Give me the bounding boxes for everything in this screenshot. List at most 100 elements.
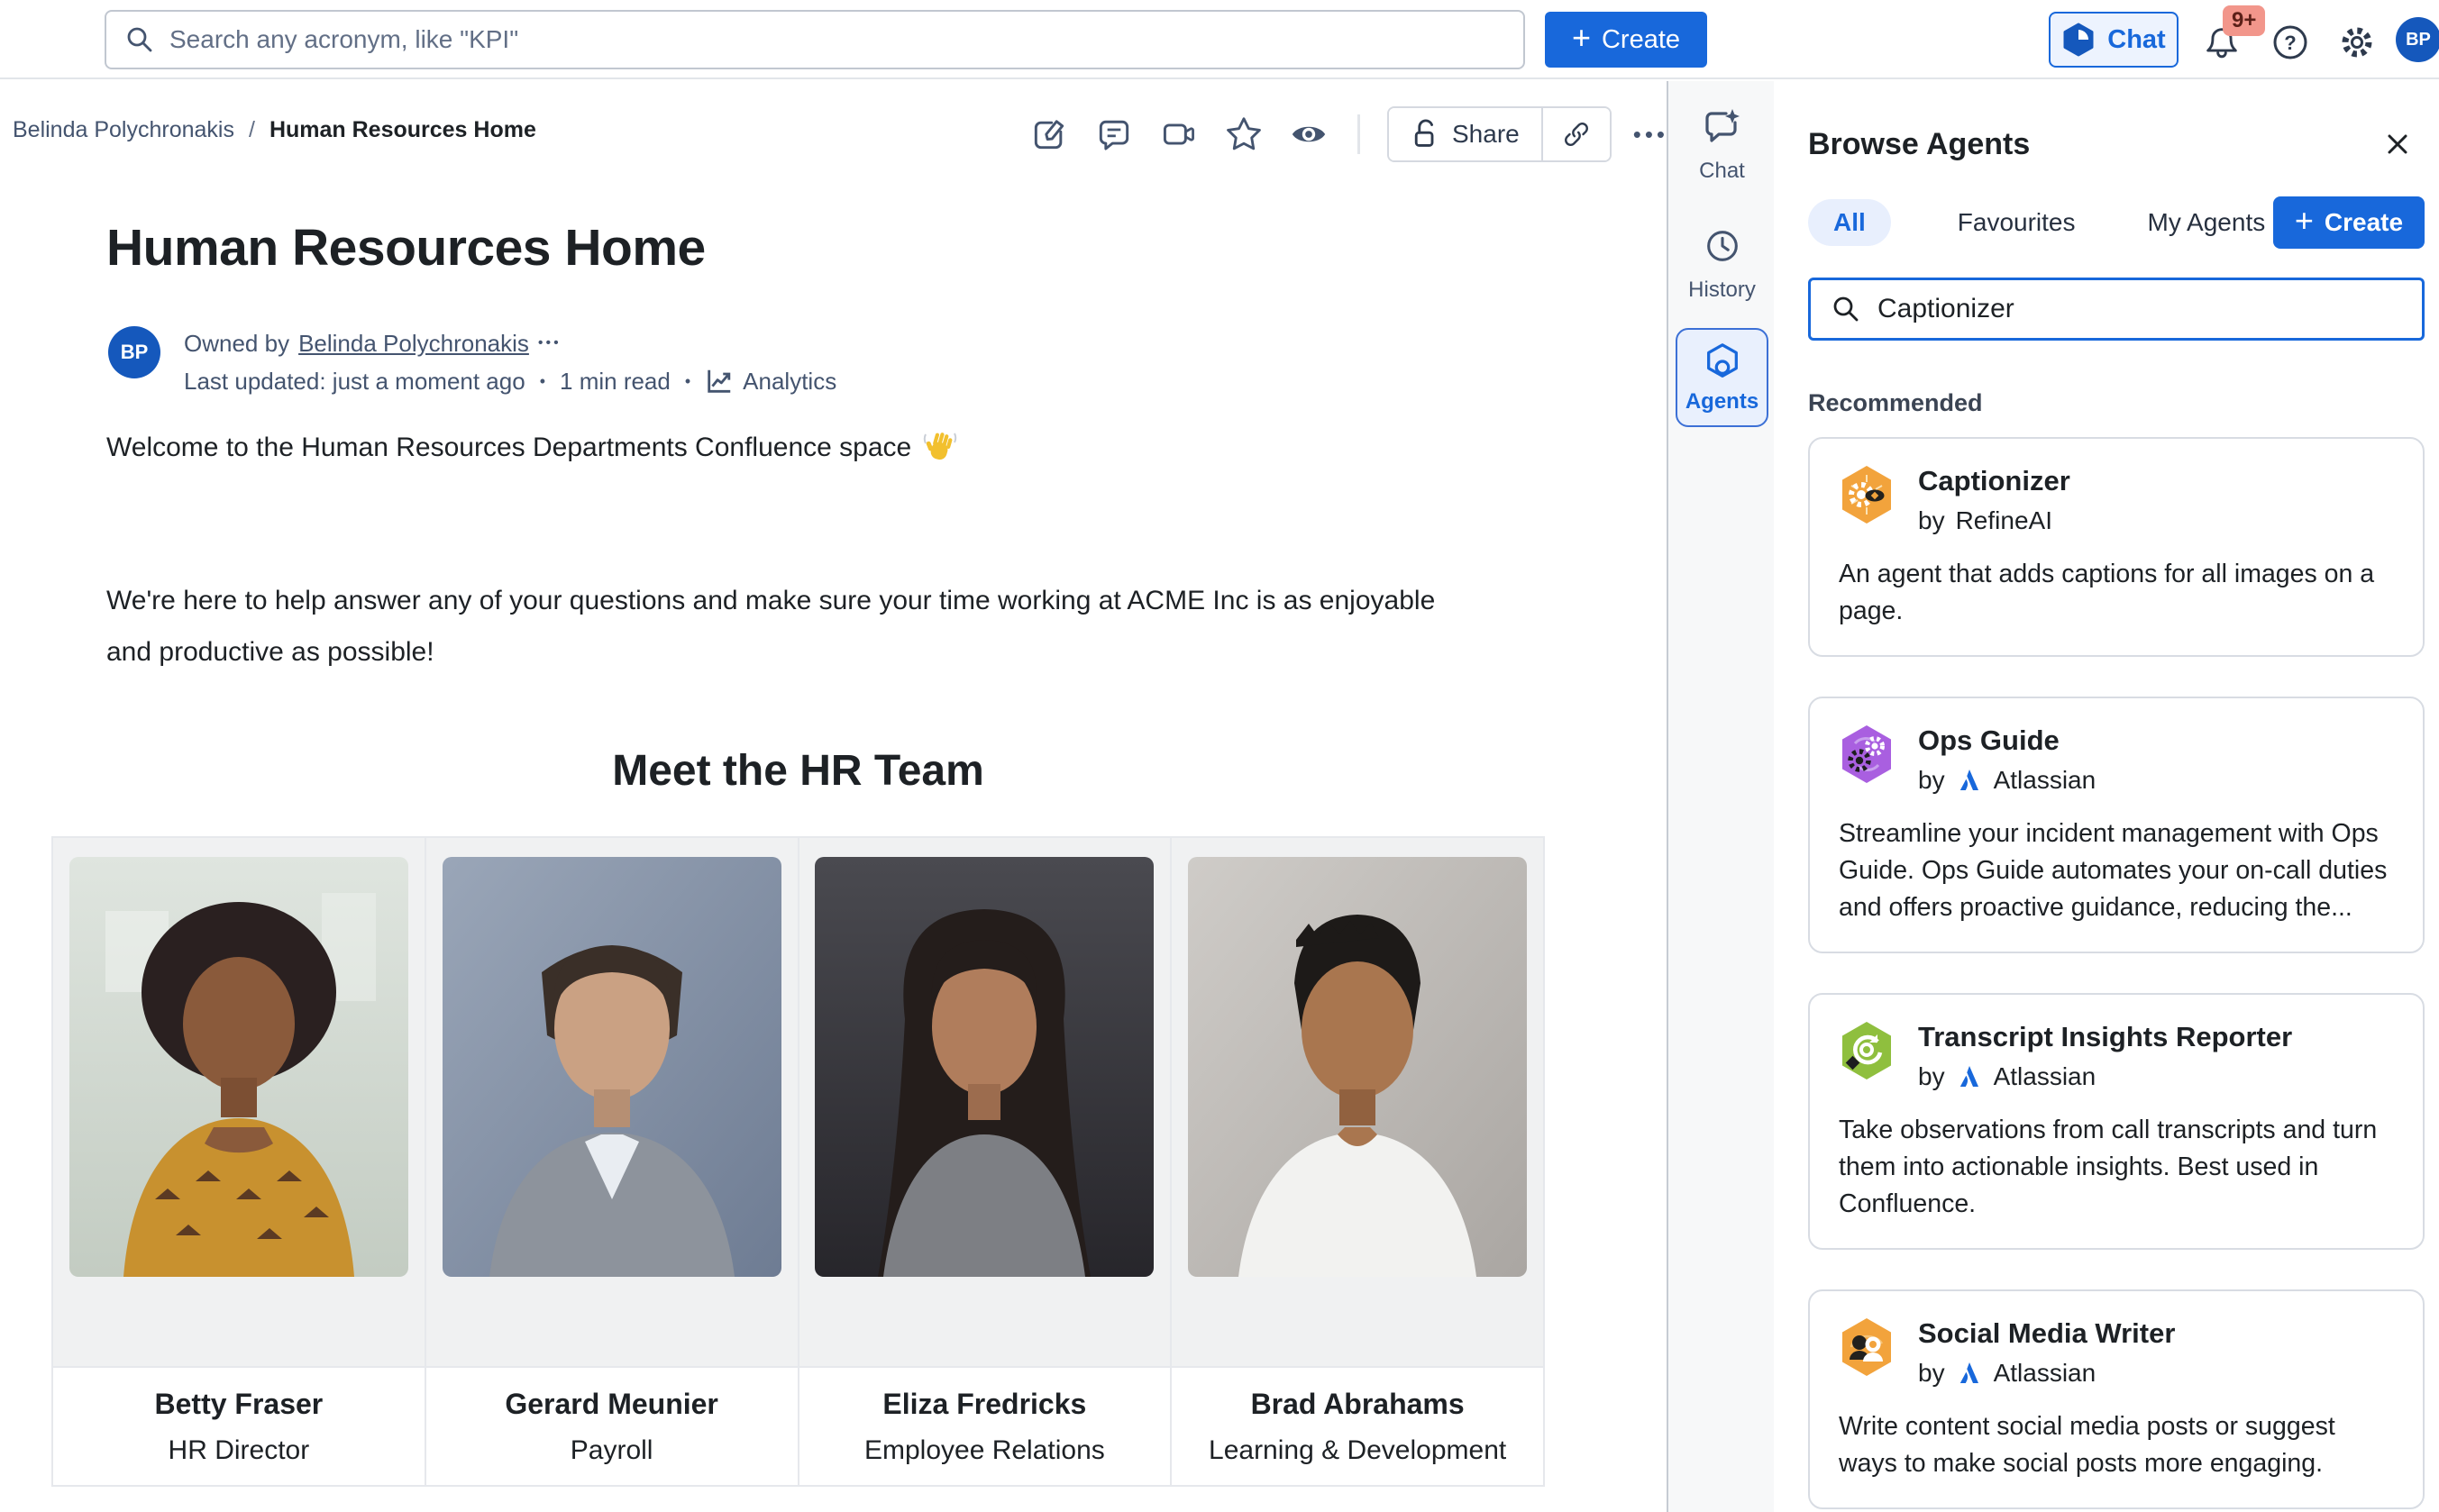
team-photo-brad	[1188, 857, 1527, 1277]
rail-item-label: Agents	[1685, 389, 1758, 414]
create-button[interactable]: + Create	[1545, 12, 1707, 68]
team-name-row: Betty Fraser HR Director Gerard Meunier …	[52, 1367, 1544, 1486]
rail-item-label: History	[1688, 278, 1756, 303]
team-member-cell: Eliza Fredricks Employee Relations	[799, 1367, 1172, 1486]
tab-all[interactable]: All	[1808, 199, 1891, 246]
page-byline: BP Owned by Belinda Polychronakis ••• La…	[108, 326, 836, 398]
notifications-button[interactable]: 9+	[2201, 22, 2243, 63]
rail-item-history[interactable]: History	[1668, 225, 1776, 303]
transcript-sync-icon	[1839, 1020, 1895, 1081]
settings-button[interactable]	[2336, 22, 2378, 63]
welcome-paragraph: Welcome to the Human Resources Departmen…	[106, 431, 958, 465]
team-photo-eliza	[815, 857, 1154, 1277]
by-label: by	[1918, 1062, 1945, 1091]
team-photo-cell	[799, 837, 1172, 1367]
agents-tabs: All Favourites My Agents + Create	[1808, 196, 2425, 249]
rail-item-label: Chat	[1699, 159, 1745, 184]
svg-text:?: ?	[2284, 32, 2296, 54]
rail-item-agents[interactable]: Agents	[1676, 328, 1768, 427]
team-member-role: HR Director	[53, 1435, 425, 1466]
rovo-chat-logo-icon	[2061, 23, 2096, 57]
share-button[interactable]: Share	[1389, 108, 1541, 160]
team-member-cell: Gerard Meunier Payroll	[425, 1367, 799, 1486]
analytics-chart-icon	[705, 367, 734, 396]
more-actions-button[interactable]: •••	[1633, 121, 1668, 149]
by-label: by	[1918, 766, 1945, 795]
agent-name: Social Media Writer	[1918, 1316, 2175, 1351]
global-search[interactable]	[105, 10, 1525, 69]
video-button[interactable]	[1157, 113, 1201, 156]
rail-item-chat[interactable]: Chat	[1668, 105, 1776, 184]
owner-link[interactable]: Belinda Polychronakis	[298, 330, 529, 358]
agent-publisher: Atlassian	[1994, 1359, 2096, 1388]
clock-icon	[1702, 225, 1743, 267]
tab-my-agents[interactable]: My Agents	[2148, 208, 2266, 237]
team-member-name: Brad Abrahams	[1172, 1388, 1543, 1421]
panel-title: Browse Agents	[1808, 127, 2030, 162]
chat-sparkle-icon	[1701, 105, 1744, 148]
close-panel-button[interactable]	[2378, 124, 2417, 164]
agent-card-social-media-writer[interactable]: Social Media Writer by Atlassian Write c…	[1808, 1289, 2425, 1509]
watch-button[interactable]	[1287, 113, 1330, 156]
breadcrumb-space-link[interactable]: Belinda Polychronakis	[13, 117, 234, 143]
question-circle-icon: ?	[2270, 23, 2310, 62]
owner-more-button[interactable]: •••	[538, 335, 562, 351]
search-input[interactable]	[169, 25, 1505, 54]
share-button-label: Share	[1452, 120, 1520, 149]
agent-name: Captionizer	[1918, 464, 2070, 498]
captionizer-gear-eye-icon	[1839, 464, 1895, 525]
owner-avatar[interactable]: BP	[108, 326, 160, 378]
agent-card-transcript-insights[interactable]: Transcript Insights Reporter by Atlassia…	[1808, 993, 2425, 1250]
team-member-role: Payroll	[426, 1435, 798, 1466]
agent-publisher: RefineAI	[1956, 506, 2052, 535]
breadcrumb: Belinda Polychronakis / Human Resources …	[13, 117, 536, 143]
copy-link-button[interactable]	[1541, 108, 1610, 160]
help-button[interactable]: ?	[2270, 22, 2311, 63]
search-icon	[1831, 294, 1861, 324]
divider	[1357, 114, 1360, 154]
plus-icon: +	[1572, 22, 1591, 54]
wave-emoji	[922, 431, 958, 465]
chat-button[interactable]: Chat	[2049, 12, 2179, 68]
analytics-button[interactable]: Analytics	[705, 367, 836, 396]
agent-description: Write content social media posts or sugg…	[1839, 1408, 2394, 1482]
welcome-text: Welcome to the Human Resources Departmen…	[106, 433, 911, 463]
agent-description: Streamline your incident management with…	[1839, 815, 2394, 926]
team-member-role: Learning & Development	[1172, 1435, 1543, 1466]
ops-guide-gears-icon	[1839, 724, 1895, 785]
by-label: by	[1918, 1359, 1945, 1388]
atlassian-logo	[1956, 767, 1983, 794]
create-agent-button[interactable]: + Create	[2273, 196, 2425, 249]
user-avatar[interactable]: BP	[2396, 17, 2439, 62]
create-agent-label: Create	[2325, 208, 2403, 237]
comments-button[interactable]	[1092, 113, 1136, 156]
agent-search-input[interactable]	[1877, 294, 2402, 324]
favourite-button[interactable]	[1222, 113, 1265, 156]
agent-name: Ops Guide	[1918, 724, 2096, 758]
read-time-label: 1 min read	[560, 368, 671, 396]
eye-watching-icon	[1288, 114, 1329, 155]
edit-button[interactable]	[1028, 113, 1071, 156]
plus-icon: +	[2295, 205, 2314, 237]
agent-card-captionizer[interactable]: Captionizer by RefineAI An agent that ad…	[1808, 437, 2425, 657]
gear-icon	[2337, 23, 2377, 62]
unlocked-padlock-icon	[1411, 118, 1439, 150]
team-photo-gerard	[443, 857, 781, 1277]
dot-separator: •	[685, 372, 690, 391]
team-table: Betty Fraser HR Director Gerard Meunier …	[51, 836, 1545, 1487]
agent-search[interactable]	[1808, 278, 2425, 341]
chat-button-label: Chat	[2107, 25, 2165, 55]
breadcrumb-separator: /	[249, 117, 255, 143]
team-photo-row	[52, 837, 1544, 1367]
search-icon	[124, 24, 155, 55]
right-rail: Chat History Agents	[1667, 81, 1774, 1512]
intro-paragraph: We're here to help answer any of your qu…	[106, 575, 1445, 678]
dot-separator: •	[540, 372, 545, 391]
comment-icon	[1094, 114, 1134, 154]
team-member-cell: Betty Fraser HR Director	[52, 1367, 425, 1486]
agent-card-ops-guide[interactable]: Ops Guide by Atlassian Streamline your i…	[1808, 697, 2425, 953]
link-icon	[1561, 119, 1592, 150]
page-title: Human Resources Home	[106, 218, 706, 278]
top-app-bar: + Create Chat 9+ ? BP	[0, 0, 2439, 79]
tab-favourites[interactable]: Favourites	[1958, 208, 2076, 237]
